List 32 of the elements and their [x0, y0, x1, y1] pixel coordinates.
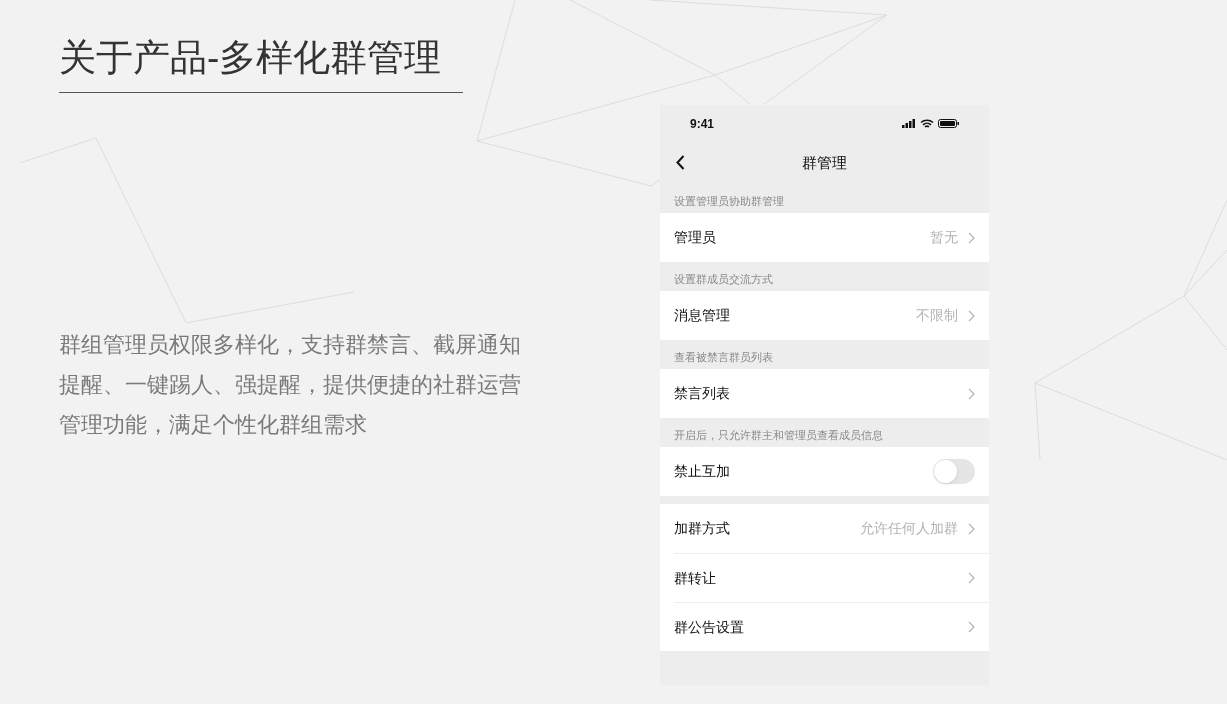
row-label: 加群方式: [674, 519, 731, 538]
back-icon[interactable]: [676, 155, 685, 170]
description-paragraph: 群组管理员权限多样化，支持群禁言、截屏通知提醒、一键踢人、强提醒，提供便捷的社群运营管理功能，满足个性化群组需求: [59, 331, 521, 439]
section-header: 设置管理员协助群管理: [674, 193, 784, 209]
section-header: 开启后，只允许群主和管理员查看成员信息: [674, 427, 883, 443]
slide-title: 关于产品-多样化群管理: [59, 32, 463, 93]
row-value: 不限制: [916, 306, 958, 325]
status-time: 9:41: [690, 115, 715, 133]
row-value: 暂无: [930, 228, 958, 247]
nav-title: 群管理: [802, 152, 847, 173]
battery-icon: [938, 119, 959, 128]
chevron-icon: [968, 387, 975, 400]
settings-row[interactable]: 加群方式 允许任何人加群: [674, 504, 989, 553]
signal-icon: [902, 119, 916, 128]
row-label: 管理员: [674, 228, 717, 247]
wifi-icon: [920, 118, 934, 129]
settings-row[interactable]: 群公告设置: [674, 602, 989, 651]
row-label: 禁言列表: [674, 384, 731, 403]
row-label: 群公告设置: [674, 617, 745, 637]
row-value: 允许任何人加群: [860, 519, 958, 538]
chevron-icon: [968, 572, 975, 584]
chevron-icon: [968, 621, 975, 633]
settings-row[interactable]: 群转让: [674, 553, 989, 602]
row-label: 群转让: [674, 568, 717, 588]
chevron-icon: [968, 309, 975, 322]
chevron-icon: [968, 231, 975, 244]
section-header: 查看被禁言群员列表: [674, 349, 773, 365]
chevron-icon: [968, 522, 975, 535]
row-label: 消息管理: [674, 306, 731, 325]
toggle-switch[interactable]: [933, 459, 975, 484]
row-label: 禁止互加: [674, 462, 731, 481]
section-header: 设置群成员交流方式: [674, 271, 773, 287]
